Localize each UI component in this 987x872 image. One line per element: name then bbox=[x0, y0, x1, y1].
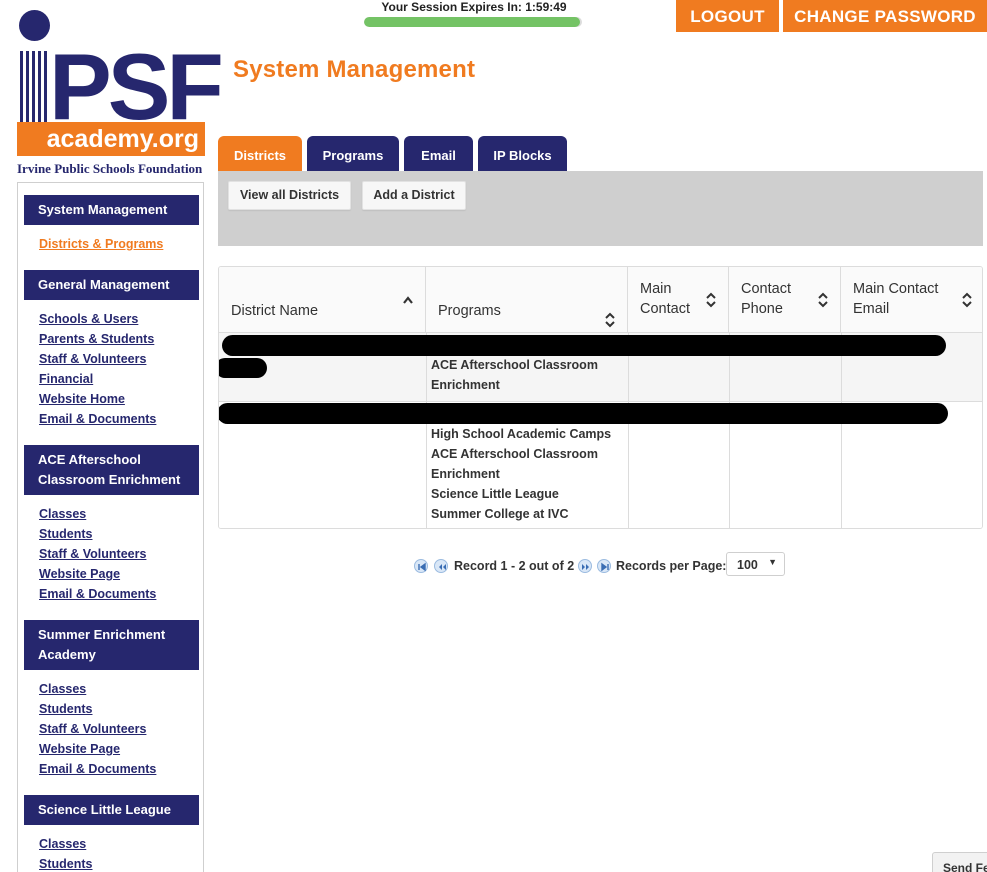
sort-icon bbox=[605, 312, 615, 328]
sidebar-link-districts-programs[interactable]: Districts & Programs bbox=[39, 237, 163, 251]
column-label: Email bbox=[853, 301, 890, 317]
column-header-contact-phone[interactable]: Contact Phone bbox=[729, 267, 841, 333]
sidebar-link-ace-staff-volunteers[interactable]: Staff & Volunteers bbox=[39, 547, 146, 561]
sidebar-heading-system-management: System Management bbox=[24, 195, 199, 225]
tab-programs[interactable]: Programs bbox=[307, 136, 399, 172]
sidebar-heading-line: Summer Enrichment bbox=[38, 627, 166, 642]
session-progress-bar bbox=[364, 17, 582, 27]
send-feedback-button[interactable]: Send Fe bbox=[932, 852, 987, 872]
logo-bars bbox=[20, 51, 50, 131]
sort-icon bbox=[706, 292, 716, 308]
districts-table: District Name Programs Main Contact Cont… bbox=[218, 266, 983, 529]
records-per-page-label: Records per Page: bbox=[616, 559, 727, 573]
logo-dot bbox=[19, 10, 50, 41]
redaction-mark bbox=[219, 358, 267, 378]
sort-icon bbox=[818, 292, 828, 308]
records-per-page-select[interactable]: 100 ▼ bbox=[726, 552, 785, 576]
program-entry: Enrichment bbox=[431, 378, 500, 392]
table-header-row: District Name Programs Main Contact Cont… bbox=[219, 267, 982, 333]
records-per-page-value: 100 bbox=[737, 558, 758, 572]
sort-ascending-icon bbox=[403, 296, 413, 304]
view-all-districts-button[interactable]: View all Districts bbox=[228, 181, 351, 210]
sidebar-link-financial[interactable]: Financial bbox=[39, 372, 93, 386]
sidebar-link-ace-website-page[interactable]: Website Page bbox=[39, 567, 120, 581]
toolbar: View all Districts Add a District bbox=[218, 171, 983, 246]
page-title: System Management bbox=[233, 56, 476, 83]
last-page-icon[interactable] bbox=[597, 559, 611, 573]
first-page-icon[interactable] bbox=[414, 559, 428, 573]
column-divider bbox=[729, 333, 730, 528]
column-divider bbox=[841, 333, 842, 528]
column-label: Programs bbox=[438, 303, 501, 319]
column-header-programs[interactable]: Programs bbox=[426, 267, 628, 333]
redaction-mark bbox=[219, 403, 948, 424]
sidebar-link-email-documents[interactable]: Email & Documents bbox=[39, 412, 156, 426]
sidebar-link-ace-classes[interactable]: Classes bbox=[39, 507, 86, 521]
sidebar-link-science-classes[interactable]: Classes bbox=[39, 837, 86, 851]
program-entry: High School Academic Camps bbox=[431, 427, 612, 441]
sidebar: System Management Districts & Programs G… bbox=[17, 182, 204, 872]
sidebar-heading-line: Classroom Enrichment bbox=[38, 472, 181, 487]
ipsf-logo[interactable]: PSF academy.org Irvine Public Schools Fo… bbox=[17, 10, 224, 180]
sidebar-link-summer-students[interactable]: Students bbox=[39, 702, 92, 716]
column-divider bbox=[426, 333, 427, 528]
column-label: Contact bbox=[640, 301, 690, 317]
sidebar-link-ace-students[interactable]: Students bbox=[39, 527, 92, 541]
logo-academy: academy.org bbox=[17, 122, 205, 156]
sidebar-link-summer-website-page[interactable]: Website Page bbox=[39, 742, 120, 756]
column-header-district-name[interactable]: District Name bbox=[219, 267, 426, 333]
column-divider bbox=[628, 333, 629, 528]
record-count: Record 1 - 2 out of 2 bbox=[454, 559, 575, 573]
change-password-button[interactable]: CHANGE PASSWORD bbox=[783, 0, 987, 32]
sidebar-heading-summer-enrichment: Summer Enrichment Academy bbox=[24, 620, 199, 670]
sidebar-link-schools-users[interactable]: Schools & Users bbox=[39, 312, 138, 326]
sidebar-link-ace-email-documents[interactable]: Email & Documents bbox=[39, 587, 156, 601]
logo-foundation: Irvine Public Schools Foundation bbox=[17, 161, 203, 176]
sort-icon bbox=[962, 292, 972, 308]
session-progress-fill bbox=[364, 17, 580, 27]
sidebar-heading-line: ACE Afterschool bbox=[38, 452, 141, 467]
tab-email[interactable]: Email bbox=[404, 136, 473, 172]
pagination: Record 1 - 2 out of 2 Records per Page: … bbox=[414, 552, 794, 578]
sidebar-heading-science-little-league: Science Little League bbox=[24, 795, 199, 825]
previous-page-icon[interactable] bbox=[434, 559, 448, 573]
sidebar-link-summer-staff-volunteers[interactable]: Staff & Volunteers bbox=[39, 722, 146, 736]
program-entry: Science Little League bbox=[431, 487, 559, 501]
program-entry: ACE Afterschool Classroom bbox=[431, 447, 598, 461]
sidebar-link-parents-students[interactable]: Parents & Students bbox=[39, 332, 154, 346]
column-label: Main bbox=[640, 281, 672, 297]
redaction-mark bbox=[222, 335, 946, 356]
tab-districts[interactable]: Districts bbox=[218, 136, 302, 172]
column-label: Main Contact bbox=[853, 281, 939, 297]
program-entry: Summer College at IVC bbox=[431, 507, 569, 521]
column-label: District Name bbox=[231, 303, 319, 319]
column-header-main-contact-email[interactable]: Main Contact Email bbox=[841, 267, 982, 333]
sidebar-link-science-students[interactable]: Students bbox=[39, 857, 92, 871]
tab-ip-blocks[interactable]: IP Blocks bbox=[478, 136, 567, 172]
next-page-icon[interactable] bbox=[578, 559, 592, 573]
sidebar-link-website-home[interactable]: Website Home bbox=[39, 392, 125, 406]
sidebar-heading-line: Academy bbox=[38, 647, 96, 662]
add-district-button[interactable]: Add a District bbox=[362, 181, 466, 210]
program-entry: Enrichment bbox=[431, 467, 500, 481]
column-header-main-contact[interactable]: Main Contact bbox=[628, 267, 729, 333]
logout-button[interactable]: LOGOUT bbox=[676, 0, 779, 32]
column-label: Contact bbox=[741, 281, 791, 297]
session-timer: Your Session Expires In: 1:59:49 bbox=[364, 0, 584, 28]
sidebar-link-summer-classes[interactable]: Classes bbox=[39, 682, 86, 696]
column-label: Phone bbox=[741, 301, 783, 317]
session-expires-text: Your Session Expires In: 1:59:49 bbox=[381, 0, 567, 14]
sidebar-heading-ace-afterschool: ACE Afterschool Classroom Enrichment bbox=[24, 445, 199, 495]
sidebar-link-staff-volunteers[interactable]: Staff & Volunteers bbox=[39, 352, 146, 366]
program-entry: ACE Afterschool Classroom bbox=[431, 358, 598, 372]
sidebar-link-summer-email-documents[interactable]: Email & Documents bbox=[39, 762, 156, 776]
dropdown-arrow-icon: ▼ bbox=[768, 557, 777, 567]
sidebar-heading-general-management: General Management bbox=[24, 270, 199, 300]
